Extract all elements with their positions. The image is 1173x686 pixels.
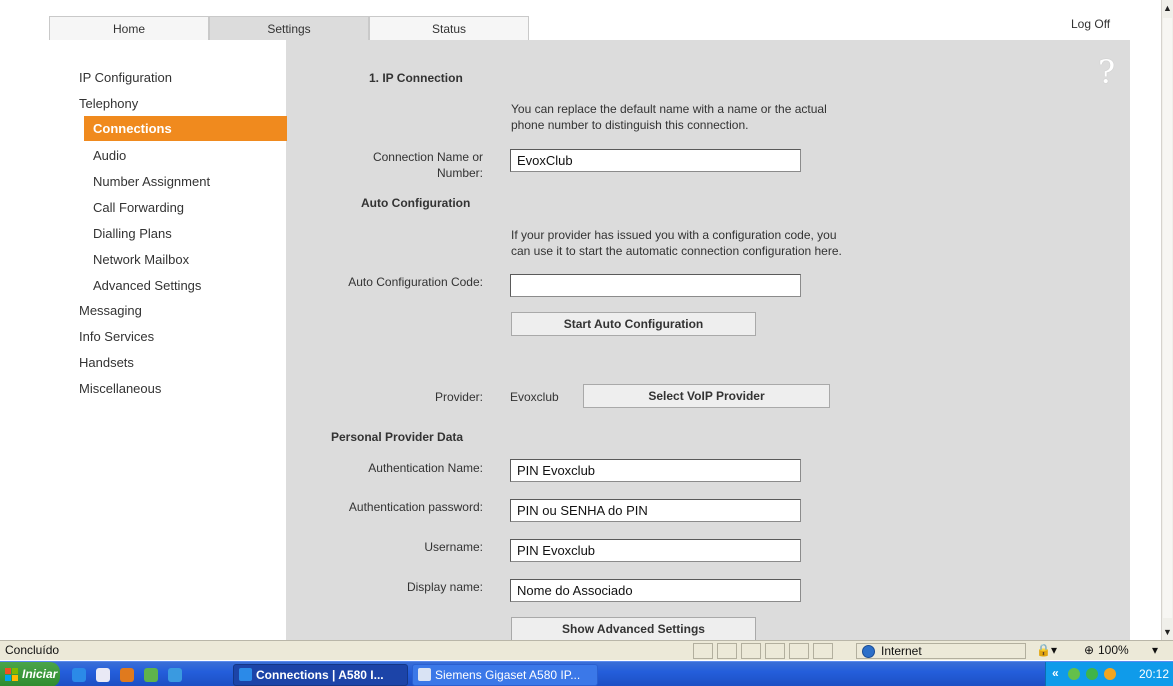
select-voip-provider-button[interactable]: Select VoIP Provider [583, 384, 830, 408]
section-auto-configuration: Auto Configuration [361, 196, 471, 210]
start-auto-configuration-button[interactable]: Start Auto Configuration [511, 312, 756, 336]
globe-icon [862, 645, 875, 658]
start-label: Iniciar [22, 667, 58, 681]
sidebar-item-call-forwarding[interactable]: Call Forwarding [93, 200, 184, 215]
chevron-left-icon[interactable]: « [1052, 666, 1059, 680]
label-auto-config-code: Auto Configuration Code: [348, 275, 483, 289]
task-label: Siemens Gigaset A580 IP... [435, 668, 581, 682]
sidebar-item-label: Connections [93, 121, 172, 136]
connection-name-input[interactable]: EvoxClub [510, 149, 801, 172]
security-zone: Internet [856, 643, 1026, 659]
scroll-track[interactable] [1163, 18, 1172, 618]
label-line: Number: [436, 166, 483, 180]
hint-line: If your provider has issued you with a c… [511, 228, 837, 242]
provider-value: Evoxclub [510, 390, 559, 404]
sidebar-item-handsets[interactable]: Handsets [79, 355, 134, 370]
username-input[interactable]: PIN Evoxclub [510, 539, 801, 562]
sidebar-item-network-mailbox[interactable]: Network Mailbox [93, 252, 189, 267]
auto-config-code-input[interactable] [510, 274, 801, 297]
browser-statusbar: Concluído Internet 🔒▾ ⊕ 100% ▾ [0, 640, 1173, 660]
display-name-input[interactable]: Nome do Associado [510, 579, 801, 602]
show-advanced-settings-button[interactable]: Show Advanced Settings [511, 617, 756, 640]
vertical-scrollbar[interactable]: ▲ ▼ [1161, 0, 1173, 640]
label-line: Connection Name or [372, 150, 483, 164]
desktop-quicklaunch-icon[interactable] [96, 668, 110, 682]
sidebar-item-dialling-plans[interactable]: Dialling Plans [93, 226, 172, 241]
scroll-up-arrow-icon[interactable]: ▲ [1162, 0, 1173, 16]
zoom-icon: ⊕ [1084, 643, 1095, 657]
word-icon [418, 668, 431, 681]
sidebar-item-messaging[interactable]: Messaging [79, 303, 142, 318]
help-icon[interactable]: ? [1098, 53, 1115, 91]
top-tabs: Home Settings Status [49, 16, 529, 41]
zoom-level[interactable]: 100% [1098, 643, 1129, 657]
status-text: Concluído [5, 643, 60, 657]
network-icon[interactable] [1068, 668, 1080, 680]
label-authentication-name: Authentication Name: [368, 461, 483, 475]
system-tray: « 20:12 [1045, 662, 1173, 686]
messenger-icon[interactable] [1086, 668, 1098, 680]
scroll-down-arrow-icon[interactable]: ▼ [1162, 624, 1173, 640]
status-cell [717, 643, 737, 659]
status-cell [813, 643, 833, 659]
browser-viewport: Home Settings Status Log Off IP Configur… [0, 0, 1161, 640]
section-ip-connection: 1. IP Connection [369, 71, 463, 85]
zone-label: Internet [881, 644, 922, 658]
ie-icon [239, 668, 252, 681]
windows-flag-icon [5, 668, 18, 681]
clock[interactable]: 20:12 [1139, 667, 1169, 681]
messenger-quicklaunch-icon[interactable] [144, 668, 158, 682]
sidebar-item-ip-configuration[interactable]: IP Configuration [79, 70, 172, 85]
tab-settings[interactable]: Settings [209, 16, 369, 41]
chevron-down-icon[interactable]: ▾ [1152, 643, 1158, 657]
status-cell [765, 643, 785, 659]
status-cell [741, 643, 761, 659]
logoff-link[interactable]: Log Off [1071, 17, 1110, 31]
firefox-quicklaunch-icon[interactable] [120, 668, 134, 682]
taskbar-item-siemens[interactable]: Siemens Gigaset A580 IP... [412, 664, 598, 686]
sidebar-item-audio[interactable]: Audio [93, 148, 126, 163]
protected-mode-icon[interactable]: 🔒▾ [1036, 643, 1057, 657]
status-cell [789, 643, 809, 659]
hint-line: can use it to start the automatic connec… [511, 244, 842, 258]
authentication-password-input[interactable]: PIN ou SENHA do PIN [510, 499, 801, 522]
taskbar-item-connections[interactable]: Connections | A580 I... [233, 664, 408, 686]
hint-auto-configuration: If your provider has issued you with a c… [511, 227, 842, 259]
label-username: Username: [424, 540, 483, 554]
sidebar: IP Configuration Telephony Connections A… [49, 40, 293, 640]
section-personal-provider-data: Personal Provider Data [331, 430, 464, 444]
sidebar-item-info-services[interactable]: Info Services [79, 329, 154, 344]
zoom-control[interactable]: 🔒▾ ⊕ 100% ▾ [1032, 643, 1172, 659]
hint-line: phone number to distinguish this connect… [511, 118, 749, 132]
hint-connection-name: You can replace the default name with a … [511, 101, 827, 133]
hint-line: You can replace the default name with a … [511, 102, 827, 116]
task-label: Connections | A580 I... [256, 668, 384, 682]
label-connection-name: Connection Name or Number: [300, 149, 483, 181]
tab-home[interactable]: Home [49, 16, 209, 41]
sidebar-item-miscellaneous[interactable]: Miscellaneous [79, 381, 161, 396]
sidebar-item-number-assignment[interactable]: Number Assignment [93, 174, 210, 189]
taskbar: Iniciar Connections | A580 I... Siemens … [0, 661, 1173, 686]
label-authentication-password: Authentication password: [348, 500, 483, 514]
ie-quicklaunch-icon[interactable] [72, 668, 86, 682]
tab-status[interactable]: Status [369, 16, 529, 41]
label-provider: Provider: [434, 390, 483, 404]
sidebar-item-advanced-settings[interactable]: Advanced Settings [93, 278, 201, 293]
label-display-name: Display name: [406, 580, 483, 594]
sidebar-item-telephony[interactable]: Telephony [79, 96, 138, 111]
status-cell [693, 643, 713, 659]
user-icon[interactable] [1104, 668, 1116, 680]
start-button[interactable]: Iniciar [0, 662, 60, 686]
sidebar-item-connections[interactable]: Connections [84, 116, 293, 141]
media-quicklaunch-icon[interactable] [168, 668, 182, 682]
authentication-name-input[interactable]: PIN Evoxclub [510, 459, 801, 482]
